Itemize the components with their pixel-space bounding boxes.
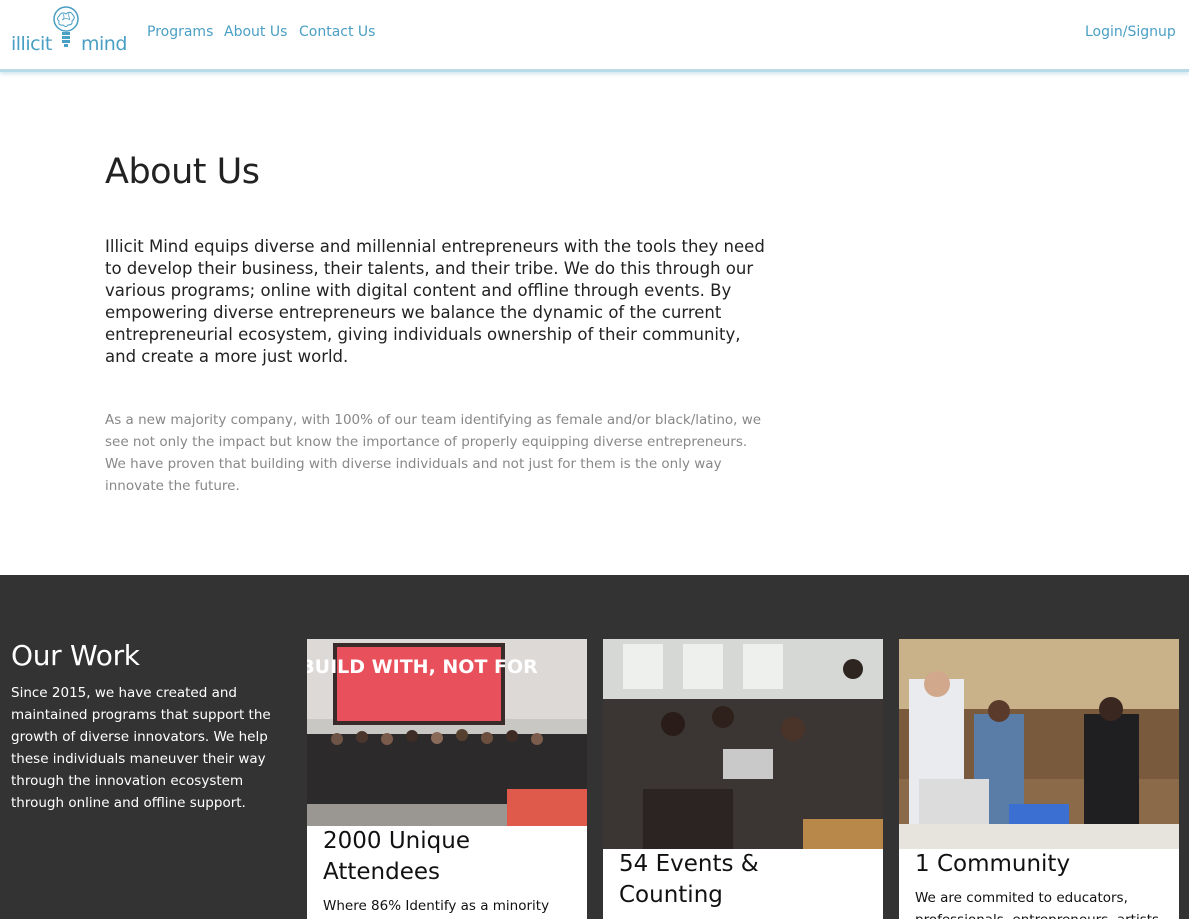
logo-text-right: mind xyxy=(81,33,127,55)
stat-title-attendees: 2000 Unique Attendees xyxy=(323,828,470,885)
nav-about-us[interactable]: About Us xyxy=(224,24,287,40)
site-header: illicit mind Programs About Us Contact U… xyxy=(0,0,1189,72)
page-title: About Us xyxy=(105,152,260,192)
lightbulb-brain-icon xyxy=(53,6,79,47)
stat-card-events: 54 Events & Counting xyxy=(603,639,883,919)
stat-card-attendees: BUILD WITH, NOT FOR 2000 Unique Attendee… xyxy=(307,639,587,919)
logo-text-left: illicit xyxy=(11,33,52,55)
community-photo-image xyxy=(899,639,1179,849)
stat-text-community: We are commited to educators, profession… xyxy=(915,890,1159,919)
our-work-description: Since 2015, we have created and maintain… xyxy=(11,685,271,811)
photo-sign-text: BUILD WITH, NOT FOR xyxy=(307,656,538,678)
nav-programs[interactable]: Programs xyxy=(147,24,213,40)
our-work-title: Our Work xyxy=(11,639,140,672)
logo[interactable]: illicit mind xyxy=(11,4,127,58)
login-signup-link[interactable]: Login/Signup xyxy=(1085,24,1176,40)
stat-title-events: 54 Events & Counting xyxy=(619,851,759,908)
stat-title-community: 1 Community xyxy=(915,851,1071,877)
group-photo-image: BUILD WITH, NOT FOR xyxy=(307,639,587,826)
about-secondary-paragraph: As a new majority company, with 100% of … xyxy=(105,412,762,494)
nav-contact-us[interactable]: Contact Us xyxy=(299,24,375,40)
stat-text-attendees: Where 86% Identify as a minority xyxy=(323,898,550,914)
about-lead-paragraph: Illicit Mind equips diverse and millenni… xyxy=(105,237,765,366)
our-work-section: Our Work Since 2015, we have created and… xyxy=(0,575,1189,919)
stat-card-community: 1 Community We are commited to educators… xyxy=(899,639,1179,919)
workshop-photo-image xyxy=(603,639,883,849)
